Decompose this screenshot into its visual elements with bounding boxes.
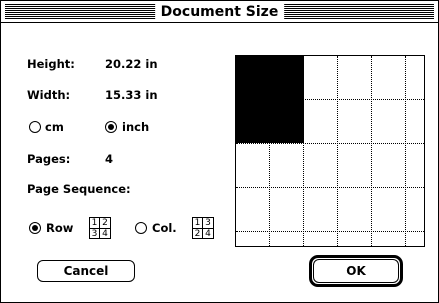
grid-line <box>236 231 424 232</box>
dialog-title: Document Size <box>154 3 285 22</box>
row-sequence-grid: 1 2 3 4 <box>89 217 111 239</box>
row-radio[interactable] <box>29 222 41 234</box>
row-grid-cell: 1 <box>90 218 100 229</box>
grid-line <box>236 143 424 144</box>
row-grid-cell: 2 <box>100 218 110 229</box>
height-value: 20.22 in <box>105 57 158 71</box>
col-label[interactable]: Col. <box>152 221 177 235</box>
title-bar[interactable]: Document Size <box>1 1 438 23</box>
grid-line <box>269 56 270 246</box>
pages-value: 4 <box>105 152 114 166</box>
page-layout-preview[interactable] <box>235 55 425 247</box>
cancel-button[interactable]: Cancel <box>37 260 135 282</box>
cm-label[interactable]: cm <box>45 120 64 134</box>
grid-line <box>236 187 424 188</box>
col-sequence-grid: 1 3 2 4 <box>192 217 214 239</box>
inch-radio[interactable] <box>105 121 117 133</box>
ok-button[interactable]: OK <box>313 259 399 283</box>
grid-line <box>236 99 424 100</box>
inch-label[interactable]: inch <box>122 120 149 134</box>
width-label: Width: <box>27 88 71 102</box>
col-radio[interactable] <box>135 222 147 234</box>
page-sequence-label: Page Sequence: <box>27 182 131 196</box>
cm-radio[interactable] <box>29 121 41 133</box>
row-grid-cell: 4 <box>102 229 108 239</box>
col-grid-cell: 2 <box>193 229 203 239</box>
grid-line <box>371 56 372 246</box>
grid-line <box>303 56 304 246</box>
width-value: 15.33 in <box>105 88 158 102</box>
col-grid-cell: 4 <box>205 229 211 239</box>
row-grid-cell: 3 <box>90 229 100 239</box>
grid-line <box>405 56 406 246</box>
pages-label: Pages: <box>27 152 71 166</box>
document-size-dialog: Document Size Height: 20.22 in Width: 15… <box>0 0 439 303</box>
grid-line <box>337 56 338 246</box>
col-grid-cell: 1 <box>193 218 203 229</box>
height-label: Height: <box>27 57 75 71</box>
col-grid-cell: 3 <box>203 218 213 229</box>
row-label[interactable]: Row <box>46 221 73 235</box>
